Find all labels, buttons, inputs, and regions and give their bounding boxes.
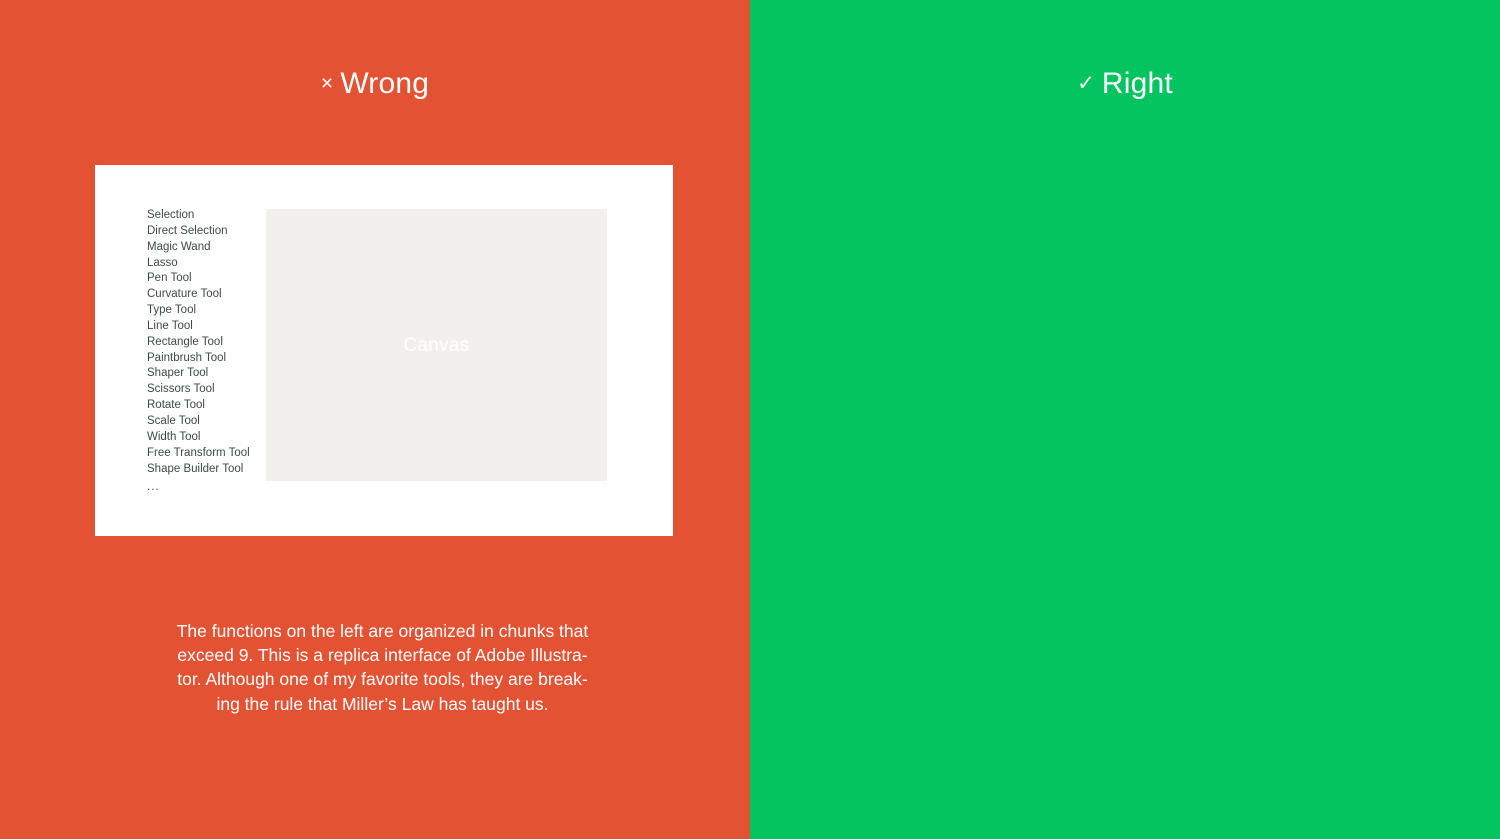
- tool-item[interactable]: Type Tool: [147, 303, 250, 319]
- wrong-heading-label: Wrong: [340, 67, 430, 100]
- tool-item[interactable]: Scissors Tool: [147, 382, 250, 398]
- wrong-panel: × Wrong Selection Direct Selection Magic …: [0, 0, 750, 839]
- wrong-heading: × Wrong: [0, 64, 750, 107]
- caption-line: exceed 9. This is a replica interface of…: [177, 645, 588, 666]
- tool-item[interactable]: Rotate Tool: [147, 398, 250, 414]
- right-panel: ✓Right 1 Selection Direct Selection Magi…: [750, 0, 1500, 839]
- tool-item[interactable]: Line Tool: [147, 319, 250, 335]
- tool-item[interactable]: Free Transform Tool: [147, 446, 250, 462]
- tool-item[interactable]: Scale Tool: [147, 414, 250, 430]
- tool-item[interactable]: Rectangle Tool: [147, 335, 250, 351]
- tool-item[interactable]: Selection: [147, 208, 250, 224]
- right-heading-label: Right: [1101, 67, 1173, 100]
- canvas-label: Canvas: [403, 334, 470, 356]
- check-icon: ✓: [1077, 72, 1095, 95]
- tool-list-ellipsis: ...: [147, 481, 160, 494]
- tool-item[interactable]: Paintbrush Tool: [147, 351, 250, 367]
- tool-item[interactable]: Width Tool: [147, 430, 250, 446]
- tool-item[interactable]: Curvature Tool: [147, 287, 250, 303]
- wrong-tool-list: Selection Direct Selection Magic Wand La…: [147, 208, 250, 496]
- wrong-canvas-area: Canvas: [266, 209, 607, 481]
- tool-item[interactable]: Pen Tool: [147, 271, 250, 287]
- caption-line: The functions on the left are organized …: [176, 621, 589, 641]
- wrong-caption: The functions on the left are organized …: [155, 619, 610, 716]
- wrong-app-card: Selection Direct Selection Magic Wand La…: [95, 165, 673, 536]
- caption-line: tor. Although one of my favorite tools, …: [177, 669, 588, 690]
- caption-line: ing the rule that Miller’s Law has taugh…: [216, 693, 549, 714]
- tool-item[interactable]: Shaper Tool: [147, 366, 250, 382]
- tool-item[interactable]: Magic Wand: [147, 240, 250, 256]
- tool-item[interactable]: Shape Builder Tool: [147, 462, 250, 478]
- comparison-board: × Wrong Selection Direct Selection Magic …: [0, 0, 1500, 839]
- right-heading: ✓ Right: [750, 64, 1500, 107]
- tool-item[interactable]: Lasso: [147, 256, 250, 272]
- tool-item[interactable]: Direct Selection: [147, 224, 250, 240]
- cross-icon: ×: [320, 72, 334, 95]
